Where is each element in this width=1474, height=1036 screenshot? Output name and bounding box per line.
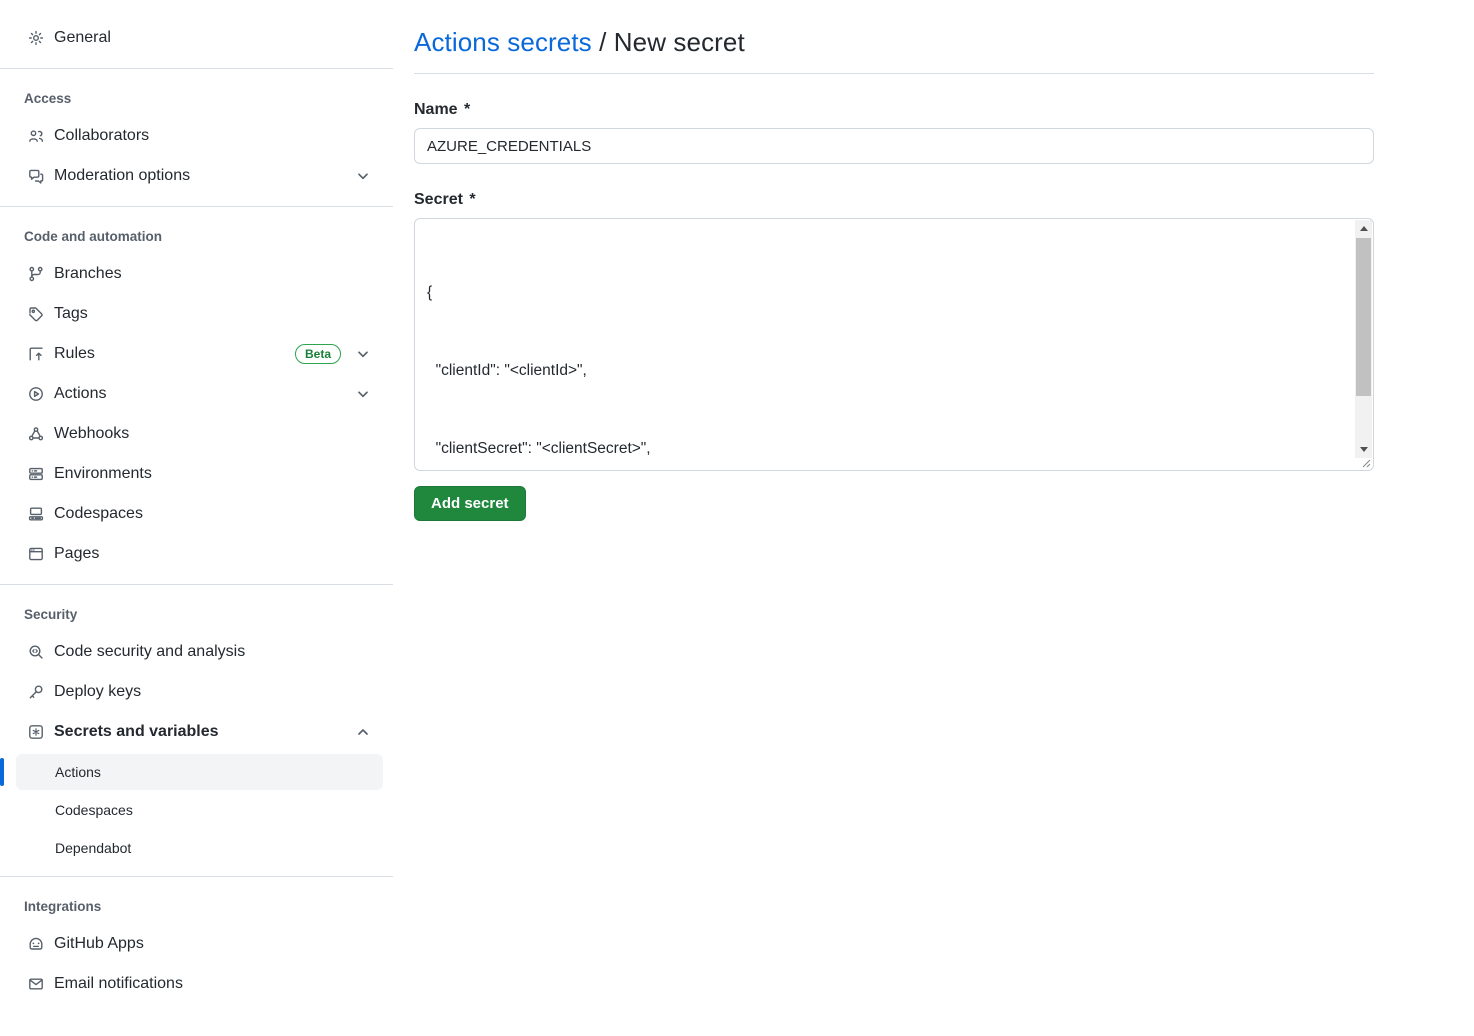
chevron-up-icon xyxy=(355,724,371,740)
browser-icon xyxy=(28,546,44,562)
sidebar-item-label: Code security and analysis xyxy=(54,643,246,660)
beta-badge: Beta xyxy=(294,344,341,364)
sidebar-item-label: Codespaces xyxy=(54,505,143,522)
secret-value-textarea[interactable]: { "clientId": "<clientId>", "clientSecre… xyxy=(414,218,1374,471)
required-asterisk: * xyxy=(469,191,476,208)
people-icon xyxy=(28,128,44,144)
scroll-up-arrow[interactable] xyxy=(1355,220,1372,237)
sidebar-item-collaborators[interactable]: Collaborators xyxy=(0,116,393,156)
sidebar-section-code-automation: Code and automation Branches Tags Rules … xyxy=(0,207,393,574)
section-title-integrations: Integrations xyxy=(24,899,102,914)
sidebar-item-general[interactable]: General xyxy=(0,18,393,58)
mail-icon xyxy=(28,976,44,992)
webhook-icon xyxy=(28,426,44,442)
scrollbar-thumb[interactable] xyxy=(1356,238,1371,396)
secret-field-label: Secret * xyxy=(414,191,476,208)
asterisk-box-icon xyxy=(28,724,44,740)
sidebar-item-code-security[interactable]: Code security and analysis xyxy=(0,632,393,672)
breadcrumb-current: New secret xyxy=(613,27,745,57)
secret-line: { xyxy=(427,284,433,301)
sidebar-item-label: General xyxy=(54,29,111,46)
sidebar-subitem-actions[interactable]: Actions xyxy=(0,754,383,790)
sidebar-item-label: Branches xyxy=(54,265,122,282)
sidebar-item-label: Actions xyxy=(54,385,107,402)
secret-name-input[interactable] xyxy=(414,128,1374,164)
sidebar-subitem-label: Codespaces xyxy=(55,802,133,818)
gear-icon xyxy=(28,30,44,46)
sidebar-subitem-label: Dependabot xyxy=(55,840,132,856)
sidebar-item-label: Email notifications xyxy=(54,975,183,992)
sidebar-item-label: Environments xyxy=(54,465,152,482)
sidebar-section-integrations: Integrations GitHub Apps Email notificat… xyxy=(0,877,393,1004)
sidebar-item-email-notifications[interactable]: Email notifications xyxy=(0,964,393,1004)
chevron-down-icon xyxy=(355,168,371,184)
selected-accent-bar xyxy=(0,758,4,786)
sidebar-item-deploy-keys[interactable]: Deploy keys xyxy=(0,672,393,712)
sidebar-subitem-dependabot[interactable]: Dependabot xyxy=(16,830,383,866)
required-asterisk: * xyxy=(464,101,471,118)
sidebar-section-access: Access Collaborators Moderation options xyxy=(0,69,393,196)
sidebar-item-secrets-and-variables[interactable]: Secrets and variables xyxy=(0,712,393,752)
sidebar-item-label: Collaborators xyxy=(54,127,150,144)
textarea-scrollbar[interactable] xyxy=(1355,220,1372,458)
secret-line: "clientSecret": "<clientSecret>", xyxy=(427,440,651,457)
sidebar-item-environments[interactable]: Environments xyxy=(0,454,393,494)
sidebar-item-moderation-options[interactable]: Moderation options xyxy=(0,156,393,196)
breadcrumb-actions-secrets-link[interactable]: Actions secrets xyxy=(414,27,592,57)
sidebar-item-pages[interactable]: Pages xyxy=(0,534,393,574)
rules-icon xyxy=(28,346,44,362)
sidebar-item-label: Pages xyxy=(54,545,100,562)
sidebar-subitem-label: Actions xyxy=(55,764,101,780)
server-icon xyxy=(28,466,44,482)
tag-icon xyxy=(28,306,44,322)
sidebar-item-rules[interactable]: Rules Beta xyxy=(0,334,393,374)
section-title-security: Security xyxy=(24,607,78,622)
sidebar-item-codespaces[interactable]: Codespaces xyxy=(0,494,393,534)
secrets-main-panel: Actions secrets / New secret Name * Secr… xyxy=(414,0,1374,1036)
settings-sidebar: General Access Collaborators Moderation … xyxy=(0,0,393,1036)
breadcrumb-separator: / xyxy=(591,27,614,57)
sidebar-item-label: Rules xyxy=(54,345,95,362)
page-title: Actions secrets / New secret xyxy=(414,27,1374,58)
comment-discussion-icon xyxy=(28,168,44,184)
play-icon xyxy=(28,386,44,402)
sidebar-item-label: GitHub Apps xyxy=(54,935,144,952)
codespaces-icon xyxy=(28,506,44,522)
add-secret-button[interactable]: Add secret xyxy=(414,486,526,521)
sidebar-item-tags[interactable]: Tags xyxy=(0,294,393,334)
sidebar-item-label: Tags xyxy=(54,305,88,322)
sidebar-item-label: Deploy keys xyxy=(54,683,142,700)
section-title-code-automation: Code and automation xyxy=(24,229,162,244)
git-branch-icon xyxy=(28,266,44,282)
sidebar-subitem-codespaces[interactable]: Codespaces xyxy=(16,792,383,828)
sidebar-item-branches[interactable]: Branches xyxy=(0,254,393,294)
textarea-resize-grip[interactable] xyxy=(1359,456,1371,468)
sidebar-item-actions[interactable]: Actions xyxy=(0,374,393,414)
secret-json-content: { "clientId": "<clientId>", "clientSecre… xyxy=(415,219,1356,470)
chevron-down-icon xyxy=(355,346,371,362)
secret-line: "clientId": "<clientId>", xyxy=(427,362,587,379)
sidebar-section-security: Security Code security and analysis Depl… xyxy=(0,585,393,866)
chevron-down-icon xyxy=(355,386,371,402)
section-title-access: Access xyxy=(24,91,72,106)
header-divider xyxy=(414,73,1374,74)
codescan-icon xyxy=(28,644,44,660)
hubot-icon xyxy=(28,936,44,952)
sidebar-item-label: Secrets and variables xyxy=(54,723,219,740)
sidebar-item-label: Webhooks xyxy=(54,425,130,442)
sidebar-item-github-apps[interactable]: GitHub Apps xyxy=(0,924,393,964)
key-icon xyxy=(28,684,44,700)
sidebar-item-label: Moderation options xyxy=(54,167,191,184)
sidebar-item-webhooks[interactable]: Webhooks xyxy=(0,414,393,454)
name-field-label: Name * xyxy=(414,101,471,118)
